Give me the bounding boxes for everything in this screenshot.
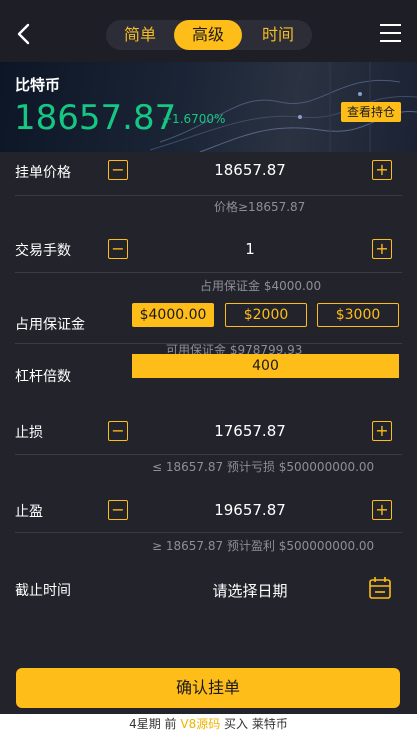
margin-option-4000[interactable]: $4000.00 [132,303,214,327]
order-price-value[interactable]: 18657.87 [130,161,370,179]
divider [15,272,402,273]
top-bar: 简单 高级 时间 [0,0,417,66]
lots-value[interactable]: 1 [130,240,370,258]
take-profit-label: 止盈 [15,504,43,520]
take-profit-plus-button[interactable]: + [372,500,392,520]
margin-option-2000[interactable]: $2000 [225,303,307,327]
take-profit-minus-button[interactable]: − [108,500,128,520]
ticker-banner: 比特币 18657.87 +1.6700% 查看持仓 [0,62,417,152]
ticker-time: 4星期 前 [129,717,177,731]
divider [15,532,402,533]
back-arrow-icon[interactable] [12,20,36,48]
deadline-label: 截止时间 [15,583,71,599]
order-price-hint: 价格≥18657.87 [214,200,306,214]
leverage-label: 杠杆倍数 [15,369,71,385]
divider [15,454,402,455]
menu-icon[interactable] [380,24,401,44]
order-type-tabs: 简单 高级 时间 [106,20,312,50]
coin-change: +1.6700% [162,112,226,126]
margin-option-3000[interactable]: $3000 [317,303,399,327]
confirm-order-button[interactable]: 确认挂单 [16,668,400,708]
stop-loss-minus-button[interactable]: − [108,421,128,441]
order-price-plus-button[interactable]: + [372,160,392,180]
lots-margin-hint: 占用保证金 $4000.00 [200,279,322,293]
order-price-minus-button[interactable]: − [108,160,128,180]
take-profit-value[interactable]: 19657.87 [130,501,370,519]
ticker-user: V8源码 [180,717,221,731]
leverage-value[interactable]: 400 [132,354,399,378]
divider [15,195,402,196]
lots-plus-button[interactable]: + [372,239,392,259]
lots-label: 交易手数 [15,243,71,259]
order-price-label: 挂单价格 [15,165,71,181]
tab-time[interactable]: 时间 [244,20,312,50]
tab-advanced[interactable]: 高级 [174,20,242,50]
coin-name: 比特币 [15,76,61,94]
stop-loss-value[interactable]: 17657.87 [130,422,370,440]
view-positions-button[interactable]: 查看持仓 [341,102,401,122]
coin-price: 18657.87 [14,98,177,138]
activity-ticker: 4星期 前 V8源码 买入 莱特币 [0,714,417,739]
stop-loss-hint: ≤ 18657.87 预计亏损 $500000000.00 [152,460,375,474]
tab-simple[interactable]: 简单 [106,20,174,50]
deadline-date-picker[interactable]: 请选择日期 [130,580,370,601]
calendar-icon[interactable] [368,576,392,600]
ticker-product: 莱特币 [251,717,288,731]
stop-loss-label: 止损 [15,425,43,441]
ticker-action: 买入 [224,717,249,731]
lots-minus-button[interactable]: − [108,239,128,259]
take-profit-hint: ≥ 18657.87 预计盈利 $500000000.00 [152,539,375,553]
stop-loss-plus-button[interactable]: + [372,421,392,441]
margin-label: 占用保证金 [15,317,85,333]
